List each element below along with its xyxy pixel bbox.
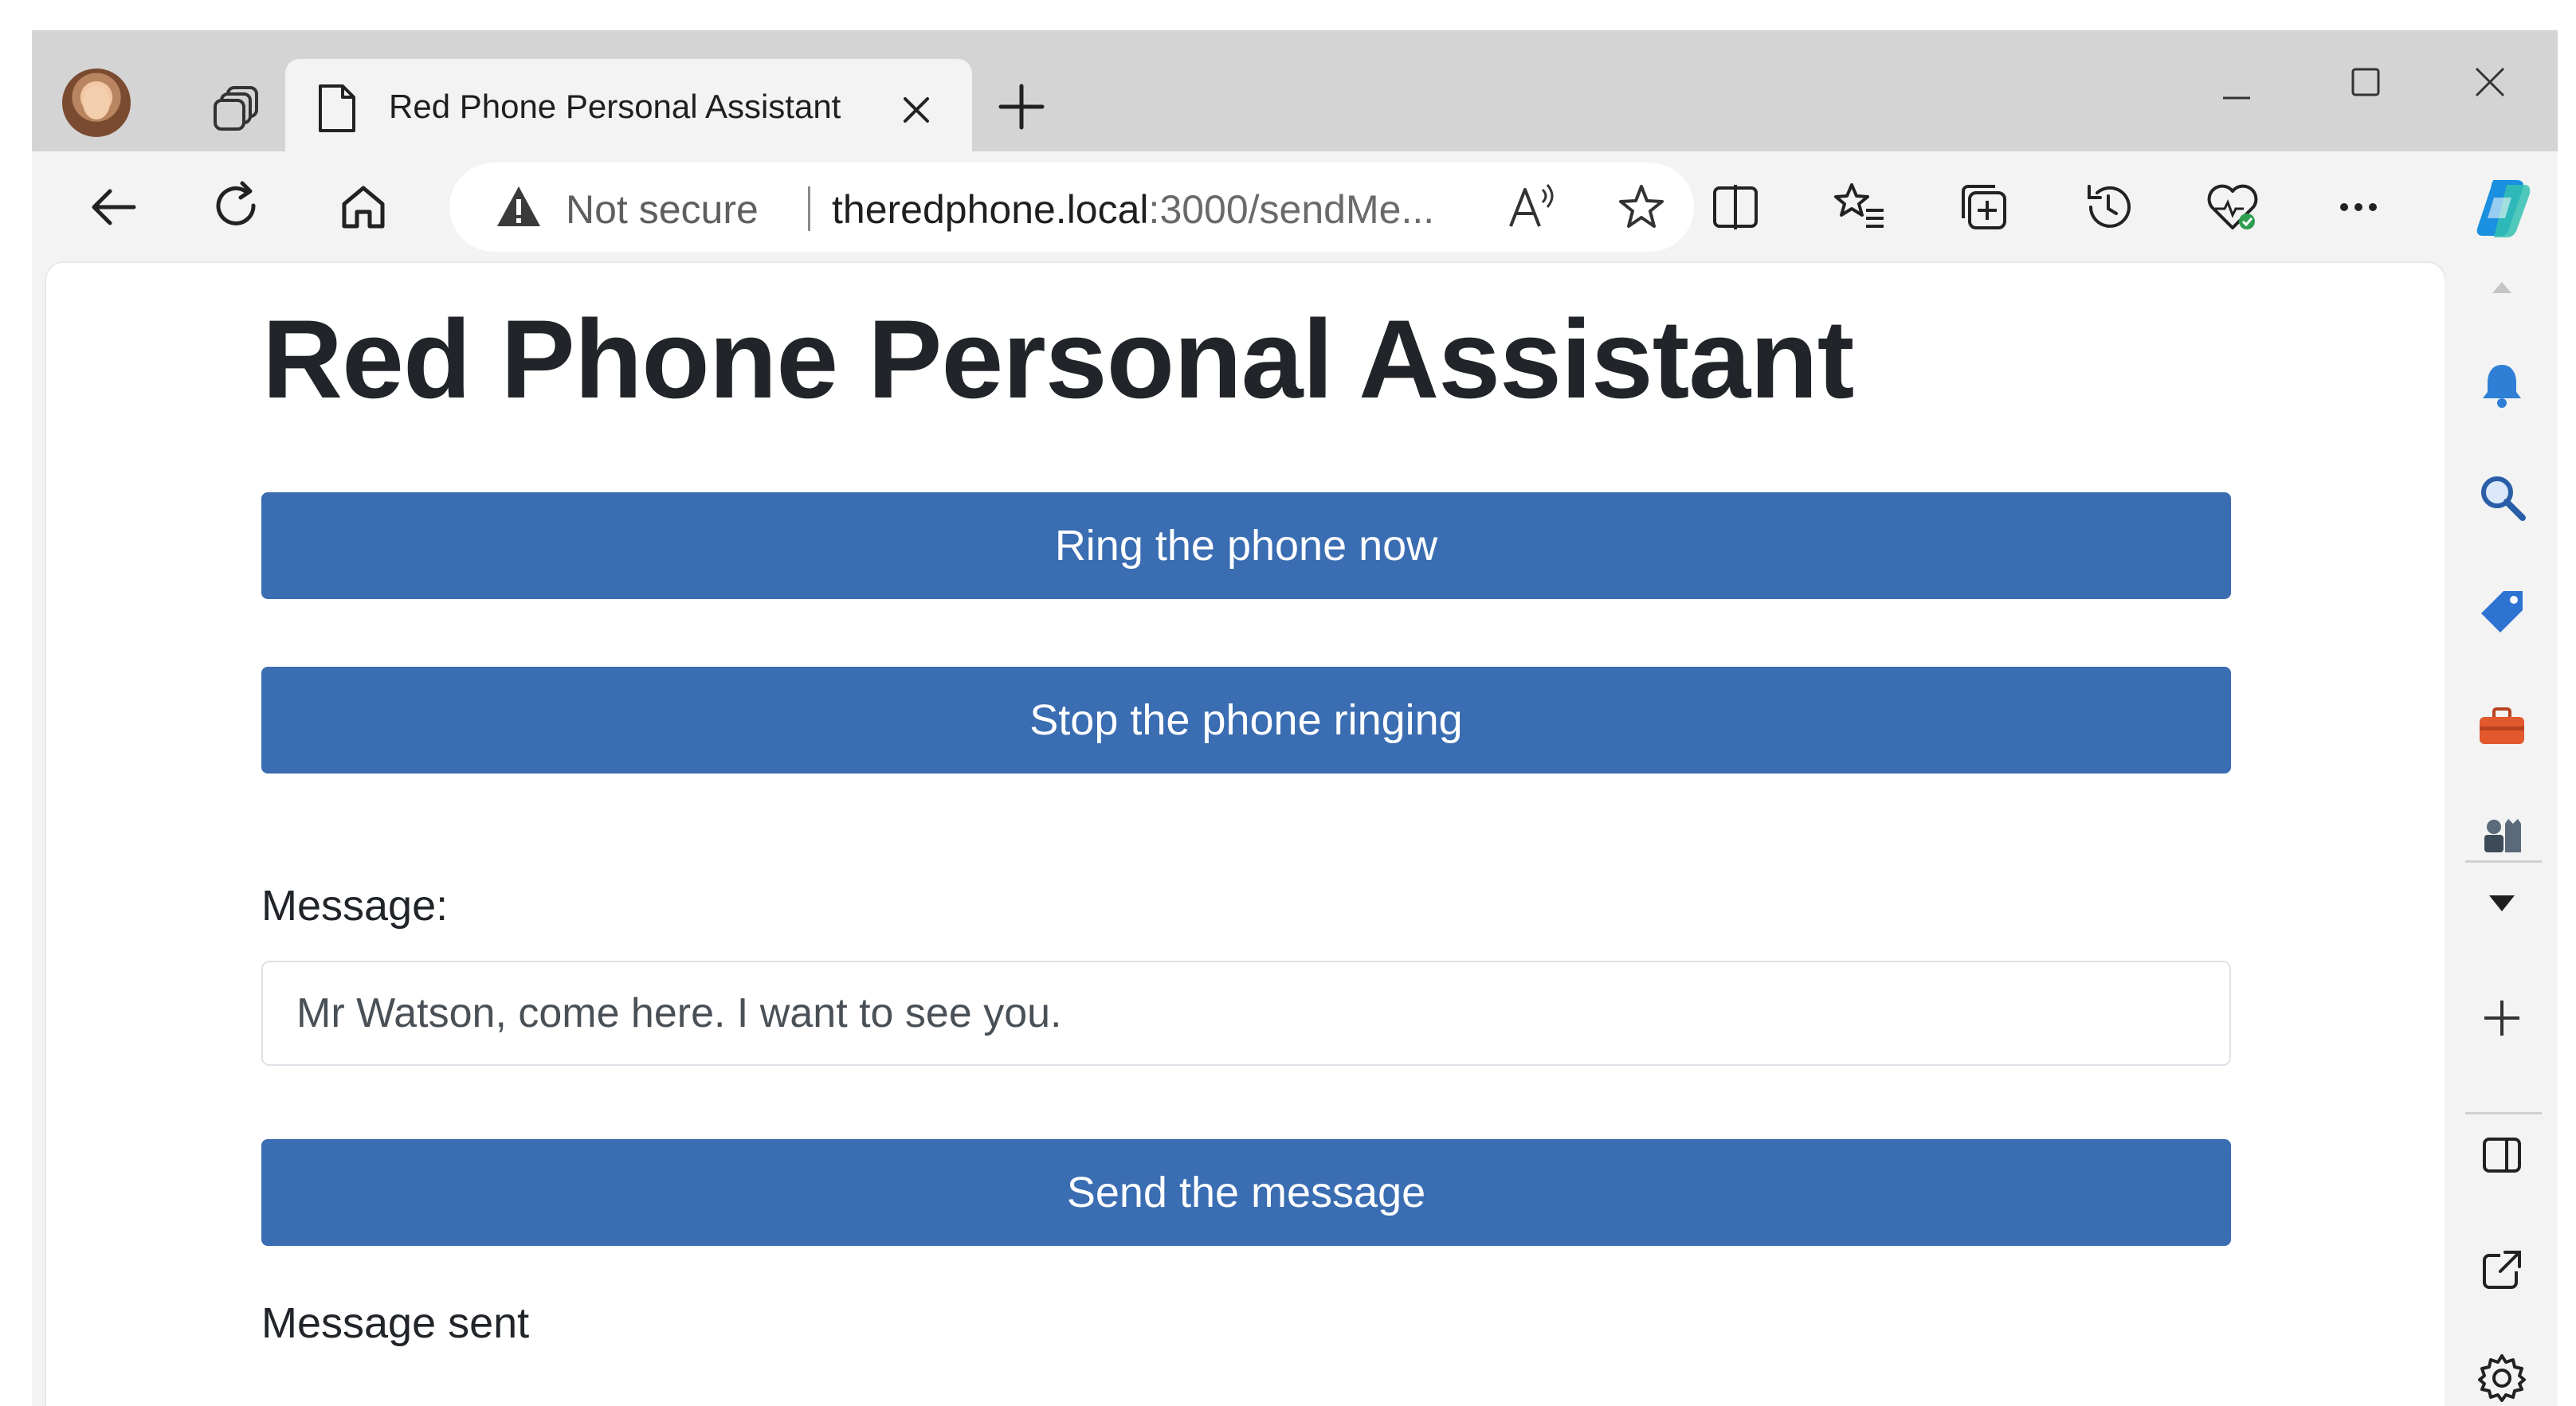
history-icon[interactable] (2080, 178, 2137, 236)
close-window-icon[interactable] (2472, 64, 2508, 100)
warning-icon[interactable] (494, 183, 543, 229)
toolbox-icon[interactable] (2476, 699, 2527, 750)
address-divider (808, 186, 810, 231)
tag-icon[interactable] (2476, 586, 2527, 637)
message-label: Message: (261, 882, 449, 930)
security-label[interactable]: Not secure (566, 186, 759, 233)
add-icon[interactable] (2476, 993, 2527, 1044)
refresh-icon[interactable] (209, 178, 266, 236)
close-icon[interactable] (899, 92, 934, 127)
ring-phone-button[interactable]: Ring the phone now (261, 492, 2231, 599)
url-host: theredphone.local (832, 187, 1149, 232)
chevron-down-icon[interactable] (2476, 884, 2527, 922)
tab-actions-icon[interactable] (210, 78, 266, 134)
profile-avatar[interactable] (62, 69, 131, 137)
message-input[interactable] (261, 961, 2231, 1066)
send-message-button[interactable]: Send the message (261, 1139, 2231, 1246)
edge-sidebar (2445, 263, 2558, 1406)
games-icon[interactable] (2476, 813, 2527, 854)
star-icon[interactable] (1616, 182, 1667, 233)
page-title: Red Phone Personal Assistant (262, 296, 1854, 421)
split-screen-icon[interactable] (1707, 178, 1764, 236)
sidebar-divider (2465, 1112, 2542, 1114)
browser-toolbar: Not secure theredphone.local:3000/sendMe… (32, 151, 2558, 263)
sidebar-divider (2465, 860, 2542, 863)
more-icon[interactable] (2330, 178, 2387, 236)
search-icon[interactable] (2476, 472, 2527, 523)
scroll-up-icon[interactable] (2476, 269, 2527, 301)
browser-essentials-icon[interactable] (2204, 178, 2261, 236)
read-aloud-icon[interactable] (1506, 182, 1557, 233)
open-external-icon[interactable] (2476, 1244, 2527, 1295)
sidebar-toggle-icon[interactable] (2476, 1130, 2527, 1181)
back-arrow-icon[interactable] (86, 178, 143, 236)
plus-icon[interactable] (993, 78, 1050, 135)
page-content: Red Phone Personal Assistant Ring the ph… (46, 263, 2445, 1406)
copilot-icon[interactable] (2470, 174, 2537, 241)
tab-strip: Red Phone Personal Assistant (32, 30, 2558, 155)
minimize-icon[interactable] (2218, 80, 2255, 116)
bell-icon[interactable] (2476, 360, 2527, 411)
browser-window: Red Phone Personal Assistant Not secure … (32, 30, 2558, 1406)
avatar-face (83, 86, 110, 119)
tab-title: Red Phone Personal Assistant (389, 88, 841, 125)
home-icon[interactable] (335, 178, 392, 236)
maximize-icon[interactable] (2347, 64, 2384, 100)
collections-icon[interactable] (1955, 178, 2013, 236)
favorites-icon[interactable] (1831, 178, 1888, 236)
status-message: Message sent (261, 1299, 530, 1347)
stop-ringing-button[interactable]: Stop the phone ringing (261, 667, 2231, 773)
url-text[interactable]: theredphone.local:3000/sendMe... (832, 186, 1434, 233)
page-icon (316, 83, 359, 134)
tab-active[interactable]: Red Phone Personal Assistant (285, 59, 972, 155)
settings-icon[interactable] (2476, 1353, 2527, 1404)
url-path: :3000/sendMe... (1148, 187, 1435, 232)
address-bar[interactable]: Not secure theredphone.local:3000/sendMe… (449, 163, 1694, 252)
